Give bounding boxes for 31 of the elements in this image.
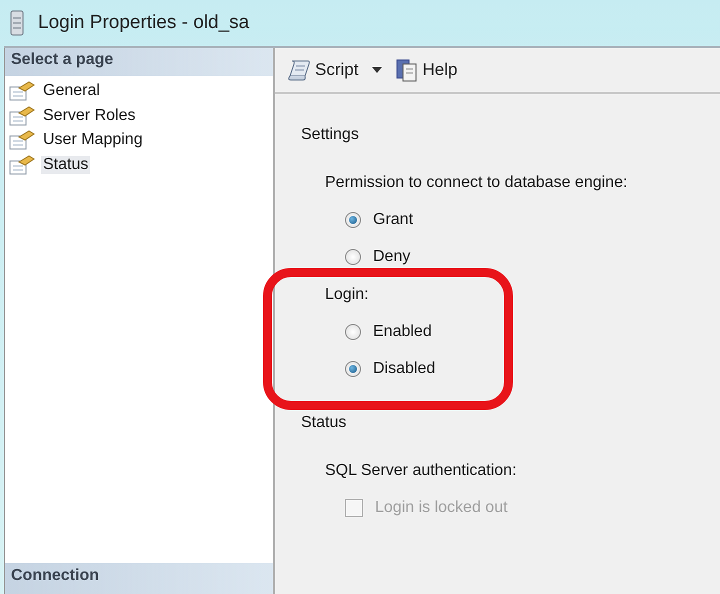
radio-label: Deny bbox=[373, 248, 410, 266]
group-label: Login: bbox=[325, 286, 370, 304]
radio-button[interactable] bbox=[345, 360, 361, 376]
page-icon bbox=[9, 81, 35, 102]
help-document-icon bbox=[396, 58, 418, 82]
radio-label: Grant bbox=[373, 210, 414, 228]
scroll-icon bbox=[287, 59, 311, 81]
help-button[interactable]: Help bbox=[396, 58, 458, 82]
page-icon bbox=[9, 154, 35, 175]
radio-button[interactable] bbox=[345, 248, 361, 264]
radio-button[interactable] bbox=[345, 212, 361, 228]
section-title: Settings bbox=[301, 126, 360, 144]
group-label: SQL Server authentication: bbox=[325, 462, 518, 480]
group-label: Permission to connect to database engine: bbox=[325, 174, 628, 192]
radio-label: Disabled bbox=[373, 360, 436, 378]
radio-label: Enabled bbox=[373, 322, 432, 340]
sidebar-header: Select a page bbox=[5, 48, 273, 76]
page-icon bbox=[9, 130, 35, 150]
section-title: Status bbox=[301, 414, 348, 432]
sidebar-item[interactable]: User Mapping bbox=[41, 131, 145, 150]
dropdown-caret-icon[interactable] bbox=[372, 67, 382, 73]
window-title: Login Properties - old_sa bbox=[38, 12, 250, 34]
sidebar-item[interactable]: Server Roles bbox=[41, 106, 138, 125]
page-icon bbox=[9, 106, 35, 126]
server-icon bbox=[10, 10, 24, 36]
script-button[interactable]: Script bbox=[287, 59, 358, 81]
sidebar-item[interactable]: General bbox=[41, 82, 102, 100]
sidebar-item[interactable]: Status bbox=[41, 156, 90, 174]
sidebar-footer: Connection bbox=[5, 563, 273, 594]
radio-button[interactable] bbox=[345, 324, 361, 340]
checkbox-label: Login is locked out bbox=[375, 498, 508, 516]
